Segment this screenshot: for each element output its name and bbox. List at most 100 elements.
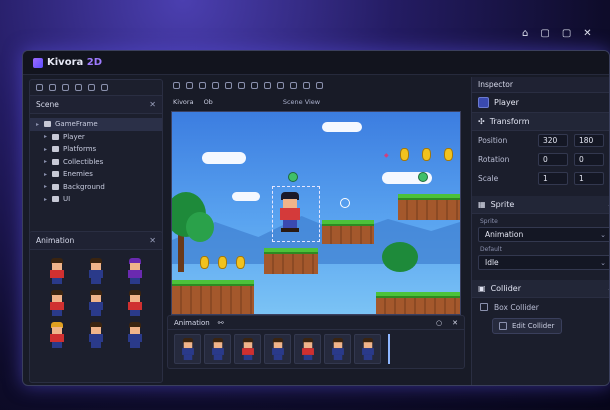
toolbar-icon[interactable] <box>173 81 180 89</box>
toolbar-icon[interactable] <box>199 81 206 89</box>
toolbar-icon[interactable] <box>88 84 95 91</box>
animation-frame[interactable] <box>294 334 321 364</box>
sprite-section-header[interactable]: ▦ Sprite ⌄ <box>472 196 609 214</box>
collider-title: Collider <box>490 284 521 293</box>
box-collider-row[interactable]: Box Collider <box>472 298 609 316</box>
animation-frame[interactable] <box>174 334 201 364</box>
animation-panel-header: Animation ⚯ ○ ✕ <box>168 316 464 330</box>
chevron-right-icon[interactable]: ▸ <box>44 158 50 165</box>
assets-panel-title: Animation <box>36 236 75 245</box>
sprite-thumbnail[interactable] <box>86 290 106 316</box>
toolbar-icon[interactable] <box>316 81 323 89</box>
scene-tree-label: Enemies <box>63 170 93 179</box>
rotation-y-field[interactable]: 0 <box>574 153 604 166</box>
chevron-right-icon[interactable]: ▸ <box>44 183 50 190</box>
position-x-field[interactable]: 320 <box>538 134 568 147</box>
toolbar-icon[interactable] <box>49 84 56 91</box>
sprite-thumbnail[interactable] <box>47 322 67 348</box>
toolbar-icon[interactable] <box>277 81 284 89</box>
scene-tree-label: UI <box>63 195 71 204</box>
toolbar-icon[interactable] <box>251 81 258 89</box>
gem-sprite <box>418 172 428 182</box>
inspector-title: Inspector <box>472 77 609 93</box>
scale-x-field[interactable]: 1 <box>538 172 568 185</box>
toolbar-icon[interactable] <box>101 84 108 91</box>
collider-section-header[interactable]: ▣ Collider ⌄ <box>472 280 609 298</box>
animation-assets-panel: Animation ✕ <box>29 231 163 383</box>
chevron-right-icon[interactable]: ▸ <box>44 133 50 140</box>
box-collider-checkbox[interactable] <box>480 303 488 311</box>
sprite-thumbnail[interactable] <box>125 258 145 284</box>
timeline-playhead[interactable] <box>388 334 390 364</box>
animation-frame[interactable] <box>324 334 351 364</box>
animation-frame[interactable] <box>234 334 261 364</box>
sprite-state-label: Default <box>480 246 502 253</box>
toolbar-icon[interactable] <box>264 81 271 89</box>
chevron-down-icon: ⌄ <box>600 230 606 239</box>
scale-label: Scale <box>478 174 499 183</box>
close-icon[interactable]: ✕ <box>452 319 458 327</box>
viewport-tab-2[interactable]: Ob <box>204 98 213 106</box>
app-logo-icon <box>33 57 43 68</box>
scene-tree-label: Platforms <box>63 145 97 154</box>
coin-sprite <box>236 256 245 269</box>
viewport-tab[interactable]: Kivora <box>173 98 194 106</box>
dropdown-value: Idle <box>485 258 499 267</box>
gem-sprite <box>340 198 350 208</box>
maximize-icon[interactable]: ▢ <box>562 28 571 39</box>
edit-collider-button[interactable]: Edit Collider <box>492 318 562 334</box>
position-y-field[interactable]: 180 <box>574 134 604 147</box>
player-sprite[interactable] <box>278 192 302 232</box>
link-icon[interactable]: ⚯ <box>218 319 224 327</box>
sprite-thumbnail[interactable] <box>86 258 106 284</box>
scene-tree-item[interactable]: ▸ Platforms <box>30 143 162 156</box>
scale-y-field[interactable]: 1 <box>574 172 604 185</box>
close-icon[interactable]: ✕ <box>583 28 591 39</box>
chevron-right-icon[interactable]: ▸ <box>44 146 50 153</box>
transform-section-header[interactable]: ✣ Transform <box>472 113 609 131</box>
game-canvas[interactable]: ◆ <box>171 111 461 315</box>
toolbar-icon[interactable] <box>225 81 232 89</box>
close-icon[interactable]: ✕ <box>149 236 156 245</box>
sprite-thumbnail[interactable] <box>86 322 106 348</box>
record-icon[interactable]: ○ <box>436 319 442 327</box>
scene-tree-item[interactable]: ▸ Collectibles <box>30 156 162 169</box>
notification-icon[interactable]: ⌂ <box>522 28 528 39</box>
scene-tree-item[interactable]: ▸ Player <box>30 131 162 144</box>
minimize-icon[interactable]: ▢ <box>540 28 549 39</box>
transform-icon: ✣ <box>478 117 485 126</box>
chevron-right-icon[interactable]: ▸ <box>44 171 50 178</box>
animation-frame[interactable] <box>354 334 381 364</box>
toolbar-icon[interactable] <box>36 84 43 91</box>
animation-frame[interactable] <box>264 334 291 364</box>
chevron-right-icon[interactable]: ▸ <box>44 196 50 203</box>
close-icon[interactable]: ✕ <box>149 100 156 109</box>
sprite-type-label: Sprite <box>480 218 498 225</box>
sprite-thumbnail[interactable] <box>125 322 145 348</box>
scene-tree-item[interactable]: ▸ Enemies <box>30 168 162 181</box>
scene-tree-label: Collectibles <box>63 157 104 166</box>
toolbar-icon[interactable] <box>186 81 193 89</box>
scene-tree-item[interactable]: ▸ GameFrame <box>30 118 162 131</box>
toolbar-icon[interactable] <box>75 84 82 91</box>
sprite-thumbnail[interactable] <box>47 258 67 284</box>
scene-tree-item[interactable]: ▸ Background <box>30 181 162 194</box>
toolbar-icon[interactable] <box>303 81 310 89</box>
sprite-thumbnail[interactable] <box>47 290 67 316</box>
node-name: Player <box>494 98 519 107</box>
toolbar-icon[interactable] <box>290 81 297 89</box>
chevron-right-icon[interactable]: ▸ <box>36 121 42 128</box>
scene-tree: ▸ GameFrame ▸ Player ▸ Platforms ▸ Collectibles… <box>30 114 162 210</box>
animation-frame[interactable] <box>204 334 231 364</box>
scene-tree-item[interactable]: ▸ UI <box>30 193 162 206</box>
sprite-thumbnail[interactable] <box>125 290 145 316</box>
sprite-type-dropdown[interactable]: Animation ⌄ <box>478 227 609 242</box>
sprite-grid <box>30 250 162 356</box>
toolbar-icon[interactable] <box>212 81 219 89</box>
sprite-state-dropdown[interactable]: Idle ⌄ <box>478 255 609 270</box>
scene-tree-label: Background <box>63 182 105 191</box>
toolbar-icon[interactable] <box>62 84 69 91</box>
toolbar-icon[interactable] <box>238 81 245 89</box>
editor-window: Kivora 2D Scene ✕ ▸ GameFrame ▸ Player ▸ Plat… <box>22 50 610 386</box>
rotation-x-field[interactable]: 0 <box>538 153 568 166</box>
